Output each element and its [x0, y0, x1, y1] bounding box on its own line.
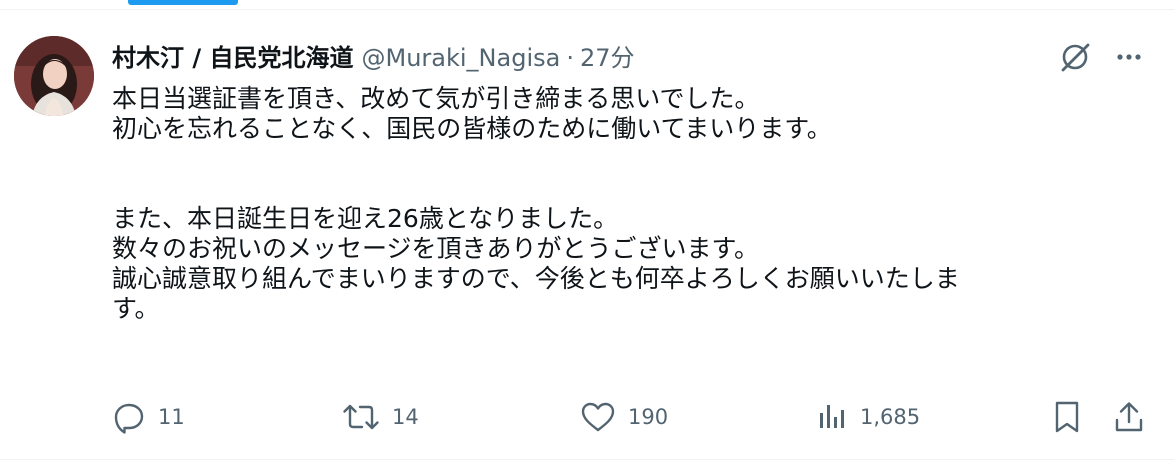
- timestamp[interactable]: 27分: [580, 38, 635, 78]
- reply-icon: [114, 403, 144, 434]
- heart-icon: [581, 402, 615, 432]
- views-icon: [820, 405, 844, 428]
- like-button[interactable]: 190: [580, 396, 668, 438]
- bookmark-button[interactable]: [1052, 396, 1082, 438]
- separator-dot: ·: [566, 44, 574, 72]
- avatar[interactable]: [14, 36, 94, 116]
- tweet-line: また、本日誕生日を迎え26歳となりました。: [112, 204, 619, 233]
- repost-icon: [343, 404, 379, 430]
- more-options-button[interactable]: [1110, 38, 1148, 76]
- tweet-line: 本日当選証書を頂き、改めて気が引き締まる思いでした。: [112, 84, 760, 113]
- grok-button[interactable]: [1056, 38, 1094, 76]
- reply-count: 11: [158, 405, 185, 429]
- grok-icon: [1061, 43, 1090, 72]
- tweet-line: 数々のお祝いのメッセージを頂きありがとうございます。: [112, 234, 760, 263]
- repost-button[interactable]: 14: [342, 396, 419, 438]
- more-icon: [1117, 54, 1141, 60]
- share-button[interactable]: [1112, 396, 1146, 438]
- view-count: 1,685: [860, 405, 921, 429]
- user-handle[interactable]: @Muraki_Nagisa: [361, 38, 560, 78]
- tweet-line: 誠心誠意取り組んでまいりますので、今後とも何卒よろしくお願いいたしま: [112, 264, 960, 293]
- bottom-divider: [0, 459, 1174, 460]
- like-count: 190: [628, 405, 669, 429]
- bookmark-icon: [1055, 401, 1079, 433]
- share-icon: [1115, 402, 1143, 432]
- top-divider: [0, 9, 1174, 10]
- tweet-text: 本日当選証書を頂き、改めて気が引き締まる思いでした。 初心を忘れることなく、国民…: [112, 84, 1152, 324]
- tweet-line: す。: [112, 294, 160, 323]
- tweet-page: 村木汀 / 自民党北海道 @Muraki_Nagisa · 27分 本日当選証書…: [0, 0, 1174, 462]
- avatar-photo: [14, 36, 94, 116]
- action-bar: 11 14 190 1,685: [112, 396, 1152, 438]
- display-name[interactable]: 村木汀 / 自民党北海道: [112, 38, 353, 78]
- repost-count: 14: [392, 405, 419, 429]
- reply-button[interactable]: 11: [112, 396, 185, 438]
- views-button[interactable]: 1,685: [816, 396, 920, 438]
- tweet-header: 村木汀 / 自民党北海道 @Muraki_Nagisa · 27分: [112, 38, 635, 78]
- active-tab-indicator: [128, 0, 238, 5]
- tweet-line: 初心を忘れることなく、国民の皆様のために働いてまいります。: [112, 114, 832, 143]
